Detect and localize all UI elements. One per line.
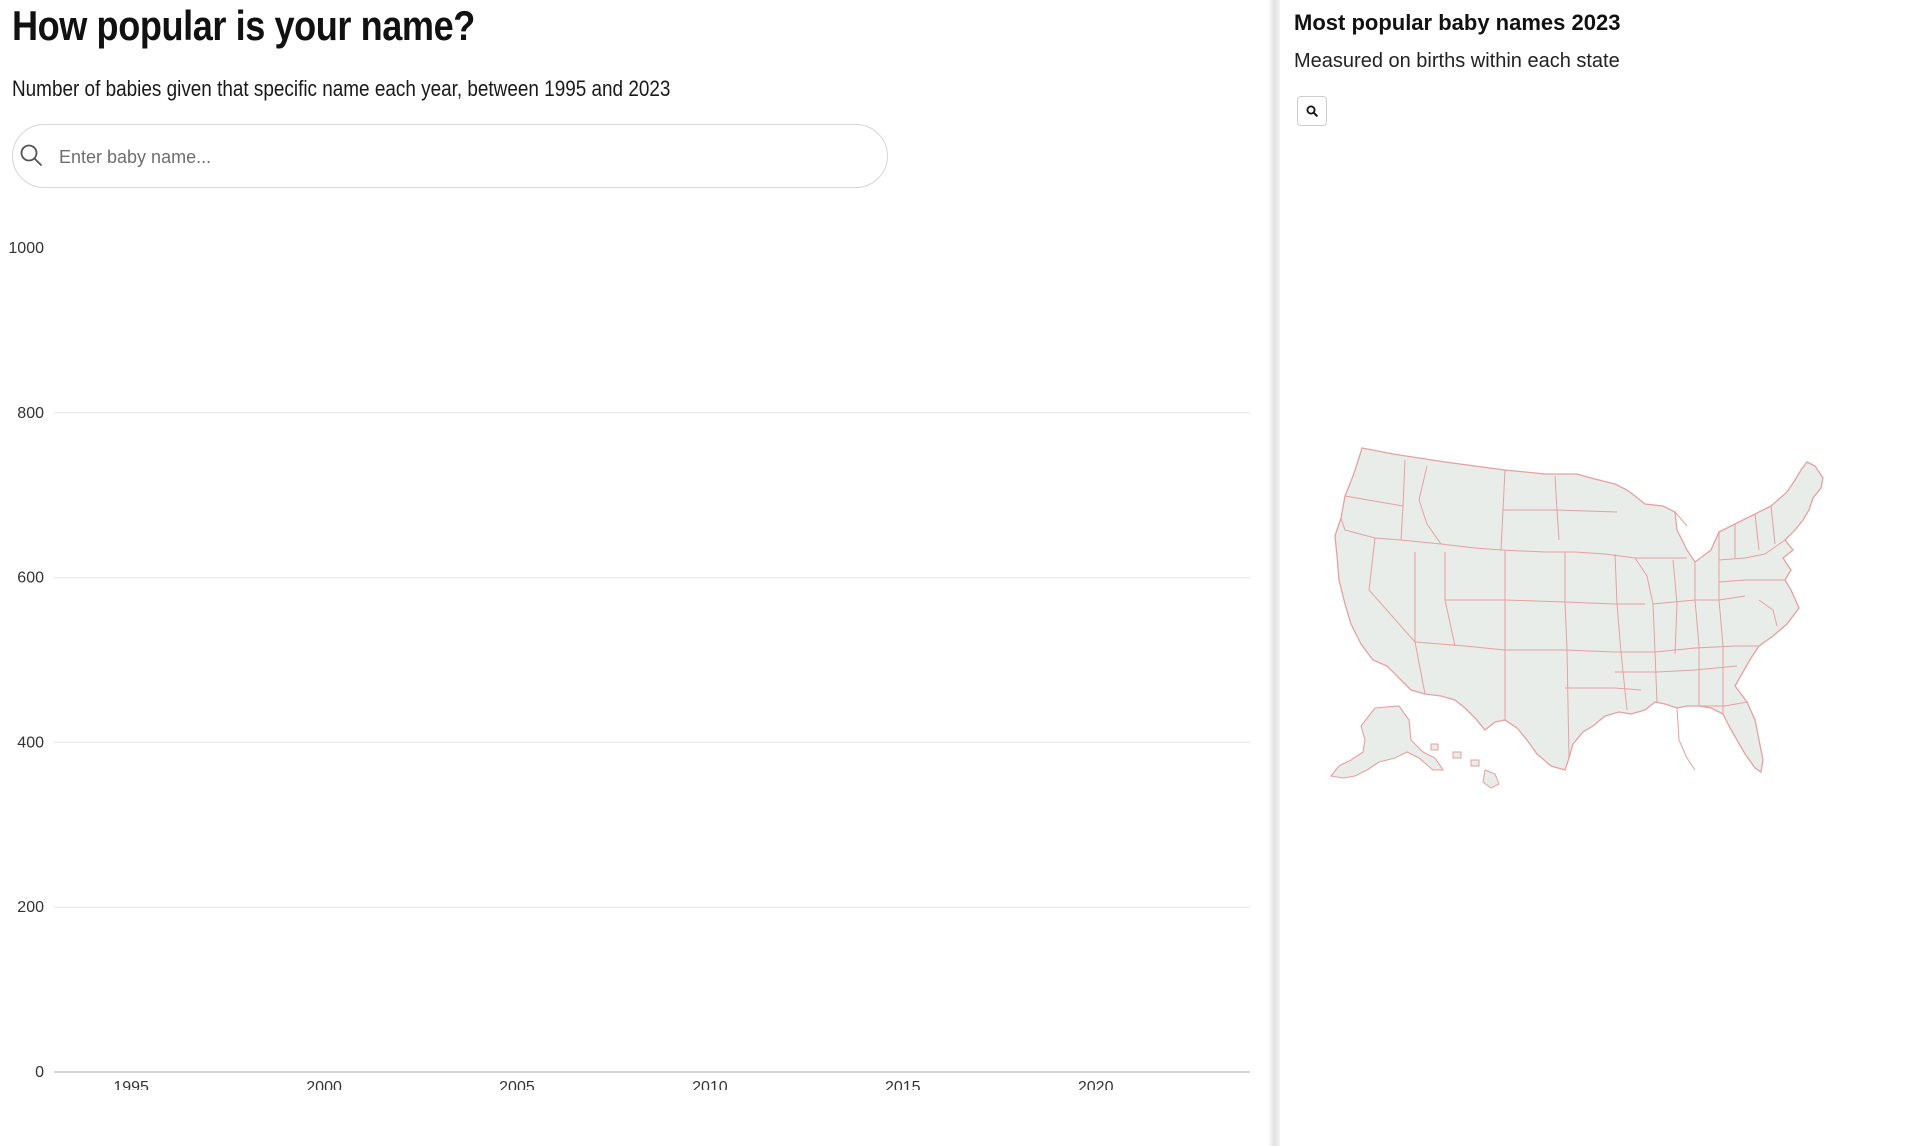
x-tick-label: 2015	[885, 1079, 921, 1090]
alaska[interactable]	[1329, 705, 1445, 779]
baby-name-search[interactable]	[12, 124, 888, 188]
search-icon	[20, 144, 42, 166]
x-tick-label: 2010	[692, 1079, 728, 1090]
hawaii[interactable]	[1430, 743, 1500, 789]
y-tick-label: 400	[17, 734, 44, 751]
panel-divider	[1268, 0, 1280, 1146]
map-zoom-button[interactable]	[1297, 96, 1327, 126]
hawaii-kauai[interactable]	[1430, 743, 1439, 751]
y-tick-label: 200	[17, 899, 44, 916]
us-states-map[interactable]	[1315, 440, 1905, 850]
hawaii-oahu[interactable]	[1452, 751, 1462, 759]
page-title: How popular is your name?	[12, 2, 475, 49]
popularity-line-chart: 0 200 400 600 800 1000 1995 2000 2005 2010 2015 20…	[8, 240, 1250, 1090]
y-tick-label: 800	[17, 405, 44, 422]
alaska-shape[interactable]	[1329, 705, 1445, 779]
x-tick-label: 2000	[306, 1079, 342, 1090]
y-tick-label: 0	[35, 1064, 44, 1081]
name-popularity-panel: How popular is your name? Number of babi…	[0, 0, 1268, 1146]
x-tick-label: 2005	[499, 1079, 535, 1090]
hawaii-maui[interactable]	[1470, 759, 1480, 767]
y-tick-label: 1000	[8, 240, 44, 257]
state-map-panel: Most popular baby names 2023 Measured on…	[1280, 0, 1908, 1146]
baby-name-input[interactable]	[57, 139, 861, 175]
map-subtitle: Measured on births within each state	[1294, 50, 1620, 72]
map-title: Most popular baby names 2023	[1294, 10, 1621, 35]
x-tick-label: 1995	[113, 1079, 149, 1090]
y-tick-label: 600	[17, 570, 44, 587]
chart-subtitle: Number of babies given that specific nam…	[12, 76, 671, 101]
hawaii-big-island[interactable]	[1482, 769, 1500, 789]
x-tick-label: 2020	[1078, 1079, 1114, 1090]
search-icon	[1306, 105, 1318, 117]
